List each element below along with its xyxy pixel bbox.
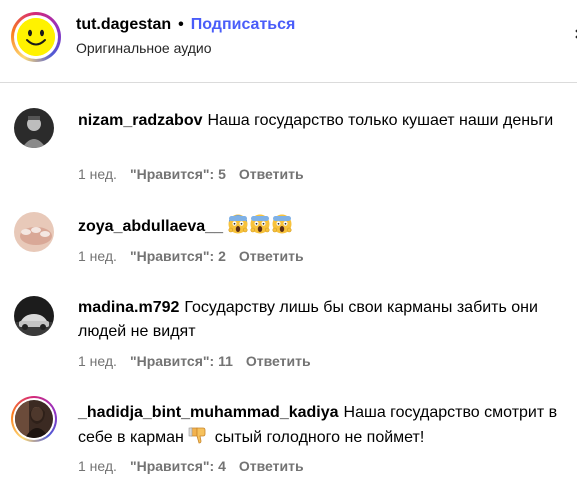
comment-username[interactable]: nizam_radzabov	[78, 112, 202, 129]
comment-time[interactable]: 1 нед.	[78, 458, 117, 474]
comment-text-part2: сытый голодного не поймет!	[214, 429, 425, 446]
comment-likes[interactable]: "Нравится": 4	[130, 458, 226, 474]
commenter-avatar[interactable]	[11, 396, 57, 442]
comment-username[interactable]: madina.m792	[78, 299, 179, 316]
comment-meta: 1 нед. "Нравится": 5 Ответить	[78, 166, 317, 182]
scream-emoji-icon	[228, 214, 248, 234]
audio-label[interactable]: Оригинальное аудио	[76, 40, 212, 56]
comment-time[interactable]: 1 нед.	[78, 166, 117, 182]
comment-text: Наша государство только кушает наши день…	[207, 112, 554, 129]
comment-time[interactable]: 1 нед.	[78, 353, 117, 369]
commenter-avatar[interactable]	[14, 296, 54, 336]
reply-button[interactable]: Ответить	[239, 458, 304, 474]
thumbs-down-emoji-icon	[188, 425, 208, 445]
scream-emoji-icon	[272, 214, 292, 234]
comment-body: madina.m792 Государству лишь бы свои карм…	[78, 296, 564, 344]
comment-username[interactable]: zoya_abdullaeva__	[78, 218, 223, 235]
header-title-row: tut.dagestan • Подписаться	[76, 14, 295, 36]
comment-body: nizam_radzabov Наша государство только ку…	[78, 109, 564, 133]
more-options-icon[interactable]	[573, 26, 577, 39]
comment-likes[interactable]: "Нравится": 2	[130, 248, 226, 264]
comment-time[interactable]: 1 нед.	[78, 248, 117, 264]
author-avatar[interactable]	[11, 12, 61, 62]
comment-meta: 1 нед. "Нравится": 2 Ответить	[78, 248, 317, 264]
commenter-avatar[interactable]	[14, 108, 54, 148]
post-header: tut.dagestan • Подписаться Оригинальное …	[0, 0, 577, 82]
scream-emoji-icon	[250, 214, 270, 234]
reply-button[interactable]: Ответить	[239, 248, 304, 264]
comment-likes[interactable]: "Нравится": 5	[130, 166, 226, 182]
comment-likes[interactable]: "Нравится": 11	[130, 353, 233, 369]
commenter-avatar[interactable]	[14, 212, 54, 252]
reply-button[interactable]: Ответить	[239, 166, 304, 182]
comments-page: tut.dagestan • Подписаться Оригинальное …	[0, 0, 577, 494]
separator-dot: •	[178, 16, 184, 33]
comment-body: zoya_abdullaeva__	[78, 214, 564, 239]
smiley-face-icon	[17, 18, 55, 56]
comment-meta: 1 нед. "Нравится": 4 Ответить	[78, 458, 317, 474]
follow-button[interactable]: Подписаться	[191, 16, 296, 34]
comment-body: _hadidja_bint_muhammad_kadiya Наша госуда…	[78, 401, 564, 450]
reply-button[interactable]: Ответить	[246, 353, 311, 369]
author-username[interactable]: tut.dagestan	[76, 16, 171, 34]
comment-username[interactable]: _hadidja_bint_muhammad_kadiya	[78, 404, 339, 421]
header-divider	[0, 82, 577, 83]
comment-meta: 1 нед. "Нравится": 11 Ответить	[78, 353, 324, 369]
